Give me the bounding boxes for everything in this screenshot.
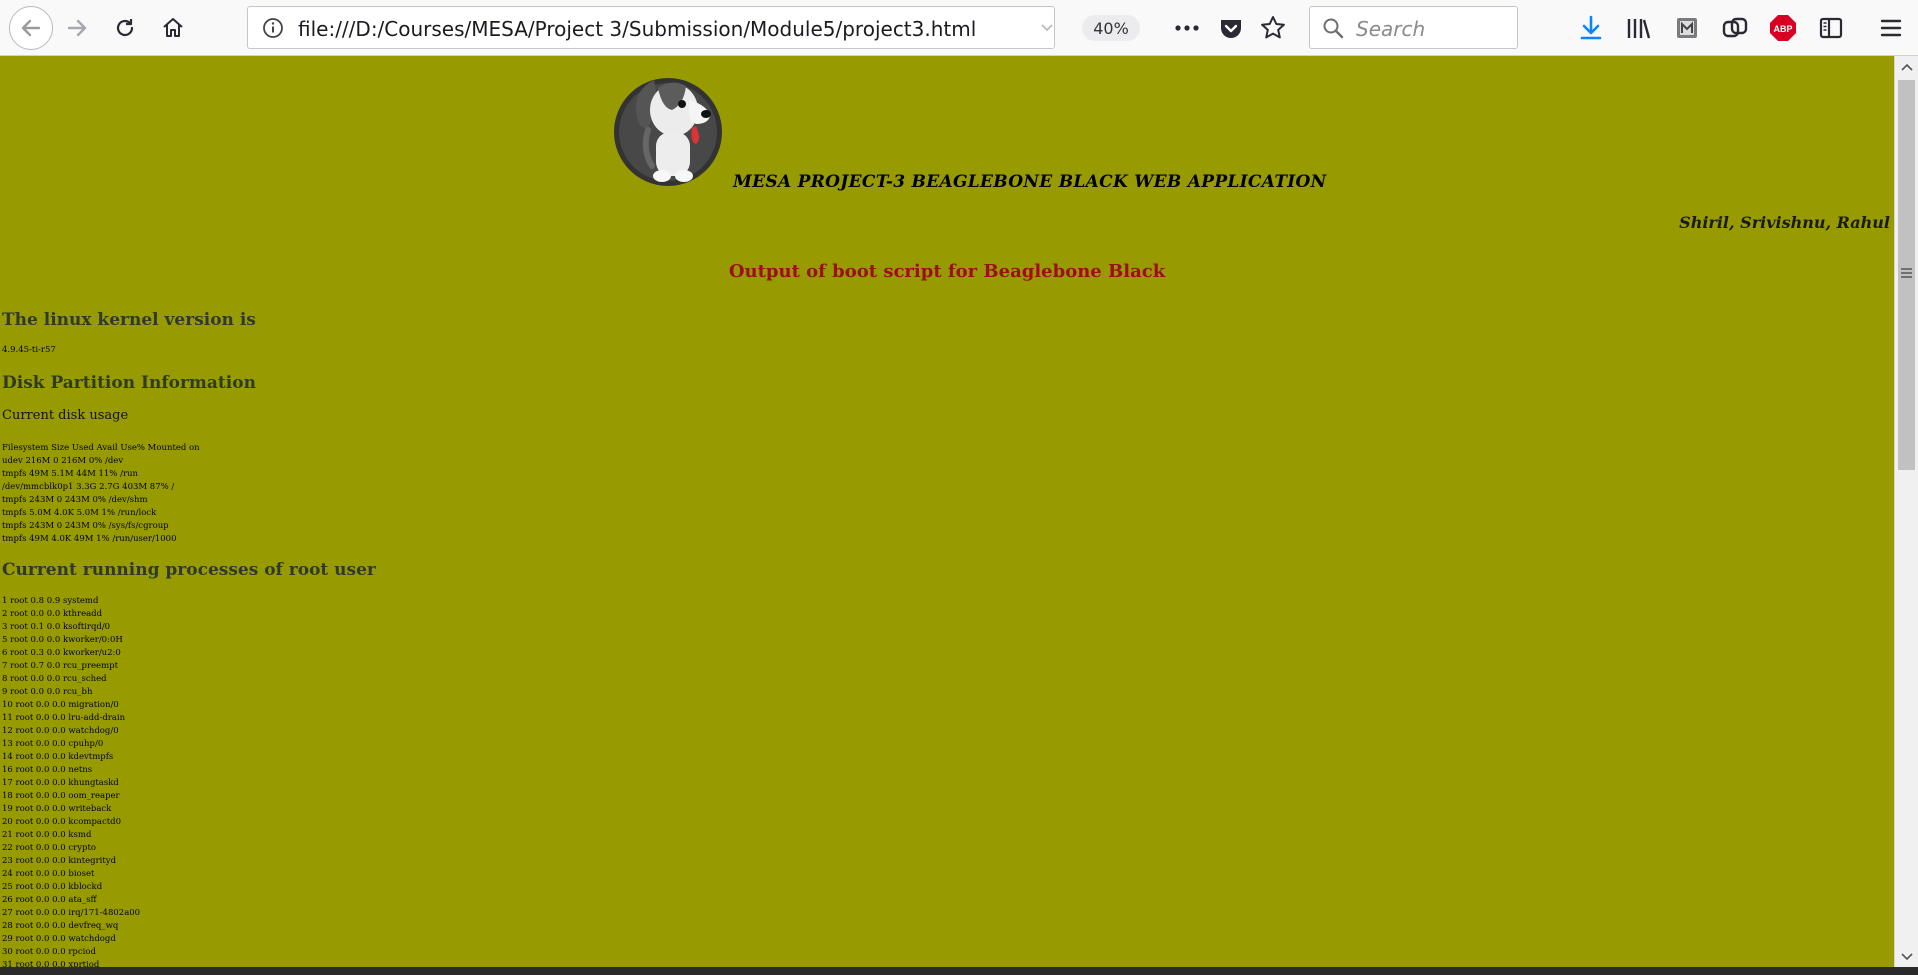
process-line: 3 root 0.1 0.0 ksoftirqd/0 [2,622,111,632]
sync-button[interactable] [1716,9,1754,47]
disk-usage-line: udev 216M 0 216M 0% /dev [2,456,124,466]
taskbar-strip [0,967,1918,975]
adblock-label: ABP [1773,24,1792,34]
process-line: 1 root 0.8 0.9 systemd [2,596,99,606]
reload-icon [116,19,134,37]
disk-usage-line: tmpfs 49M 4.0K 49M 1% /run/user/1000 [2,534,177,544]
menu-button[interactable] [1872,9,1910,47]
pocket-button[interactable] [1212,9,1250,47]
disk-heading: Disk Partition Information [2,373,256,393]
bookmark-star-icon [1261,16,1285,39]
process-line: 28 root 0.0 0.0 devfreq_wq [2,921,119,931]
more-icon [1175,25,1199,31]
bookmark-button[interactable] [1254,9,1292,47]
process-line: 31 root 0.0 0.0 xprtiod [2,960,100,967]
process-line: 7 root 0.7 0.0 rcu_preempt [2,661,118,671]
sync-icon [1722,17,1748,38]
process-line: 19 root 0.0 0.0 writeback [2,804,112,814]
kernel-version: 4.9.45-ti-r57 [2,345,56,355]
process-line: 20 root 0.0 0.0 kcompactd0 [2,817,121,827]
url-text[interactable]: file:///D:/Courses/MESA/Project 3/Submis… [298,17,976,41]
kernel-heading: The linux kernel version is [2,310,256,330]
page-viewport: MESA PROJECT-3 BEAGLEBONE BLACK WEB APPL… [0,56,1894,967]
zoom-indicator[interactable]: 40% [1082,15,1140,41]
browser-toolbar: file:///D:/Courses/MESA/Project 3/Submis… [0,0,1918,56]
processes-heading: Current running processes of root user [2,560,376,580]
disk-usage-line: tmpfs 49M 5.1M 44M 11% /run [2,469,138,479]
authors: Shiril, Srivishnu, Rahul [1679,213,1890,232]
info-icon [263,18,283,38]
scroll-up-icon[interactable] [1900,62,1914,72]
process-line: 17 root 0.0 0.0 khungtaskd [2,778,119,788]
process-line: 9 root 0.0 0.0 rcu_bh [2,687,93,697]
scrollbar-thumb[interactable] [1898,80,1915,470]
page-actions-button[interactable] [1168,9,1206,47]
process-line: 24 root 0.0 0.0 bioset [2,869,95,879]
back-button[interactable] [9,6,53,50]
process-line: 14 root 0.0 0.0 kdevtmpfs [2,752,114,762]
search-input[interactable]: Search [1356,17,1425,41]
disk-usage-line: tmpfs 243M 0 243M 0% /dev/shm [2,495,148,505]
process-line: 6 root 0.3 0.0 kworker/u2:0 [2,648,121,658]
menu-icon [1880,19,1902,37]
process-line: 18 root 0.0 0.0 oom_reaper [2,791,120,801]
process-line: 16 root 0.0 0.0 netns [2,765,93,775]
process-line: 26 root 0.0 0.0 ata_sff [2,895,97,905]
process-line: 2 root 0.0 0.0 kthreadd [2,609,103,619]
beagle-logo-icon [614,78,722,186]
adblock-icon: ABP [1770,15,1796,41]
back-icon [21,19,41,37]
extension-icon [1677,18,1697,38]
process-line: 22 root 0.0 0.0 crypto [2,843,96,853]
process-line: 10 root 0.0 0.0 migration/0 [2,700,119,710]
sidebar-button[interactable] [1812,9,1850,47]
search-bar[interactable]: Search [1309,6,1518,49]
reload-button[interactable] [106,9,144,47]
adblock-button[interactable]: ABP [1764,9,1802,47]
process-line: 21 root 0.0 0.0 ksmd [2,830,92,840]
library-button[interactable] [1620,9,1658,47]
process-line: 12 root 0.0 0.0 watchdog/0 [2,726,119,736]
process-line: 13 root 0.0 0.0 cpuhp/0 [2,739,104,749]
disk-subheading: Current disk usage [2,408,129,423]
vertical-scrollbar[interactable] [1894,56,1918,967]
process-line: 27 root 0.0 0.0 irq/171-4802a00 [2,908,141,918]
library-icon [1627,19,1651,39]
downloads-button[interactable] [1572,9,1610,47]
process-line: 30 root 0.0 0.0 rpciod [2,947,96,957]
extension-button[interactable] [1668,9,1706,47]
process-line: 23 root 0.0 0.0 kintegrityd [2,856,117,866]
search-icon [1323,18,1344,39]
boot-script-subtitle: Output of boot script for Beaglebone Bla… [728,261,1166,282]
process-line: 11 root 0.0 0.0 lru-add-drain [2,713,126,723]
home-button[interactable] [154,9,192,47]
scroll-down-icon[interactable] [1900,952,1914,962]
process-line: 25 root 0.0 0.0 kblockd [2,882,103,892]
forward-button[interactable] [58,9,96,47]
dropdown-icon[interactable] [1040,22,1054,34]
sidebar-icon [1819,17,1843,39]
disk-usage-line: tmpfs 243M 0 243M 0% /sys/fs/cgroup [2,521,169,531]
disk-usage-line: Filesystem Size Used Avail Use% Mounted … [2,443,200,453]
disk-usage-line: tmpfs 5.0M 4.0K 5.0M 1% /run/lock [2,508,157,518]
home-icon [163,18,183,37]
page-title: MESA PROJECT-3 BEAGLEBONE BLACK WEB APPL… [733,172,1327,192]
grip-icon [1901,268,1912,278]
download-icon [1580,15,1602,40]
process-line: 29 root 0.0 0.0 watchdogd [2,934,116,944]
process-line: 8 root 0.0 0.0 rcu_sched [2,674,107,684]
pocket-icon [1221,20,1241,38]
process-line: 5 root 0.0 0.0 kworker/0:0H [2,635,123,645]
forward-icon [67,19,87,37]
disk-usage-line: /dev/mmcblk0p1 3.3G 2.7G 403M 87% / [2,482,175,492]
url-bar[interactable]: file:///D:/Courses/MESA/Project 3/Submis… [247,6,1140,49]
